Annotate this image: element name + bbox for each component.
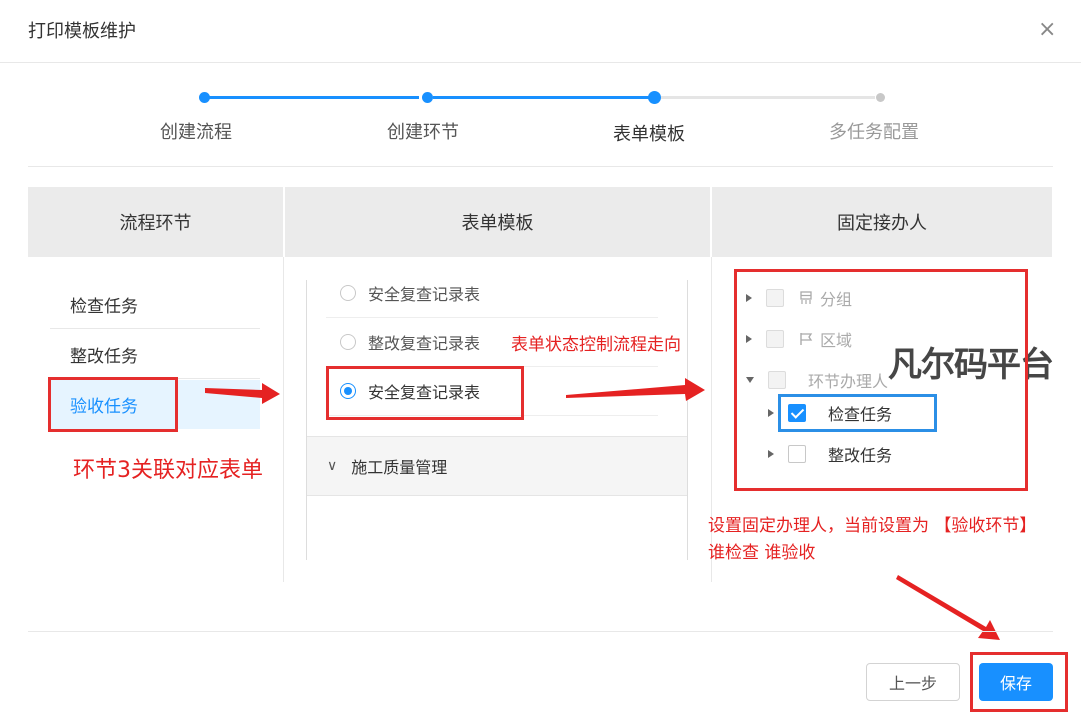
save-button[interactable]: 保存 — [979, 663, 1053, 701]
prev-step-button[interactable]: 上一步 — [866, 663, 960, 701]
annotation-arrows — [205, 378, 1000, 640]
footer-divider — [28, 631, 1053, 632]
arrow-form-to-handler — [566, 378, 705, 401]
arrow-node-to-form — [205, 383, 280, 404]
